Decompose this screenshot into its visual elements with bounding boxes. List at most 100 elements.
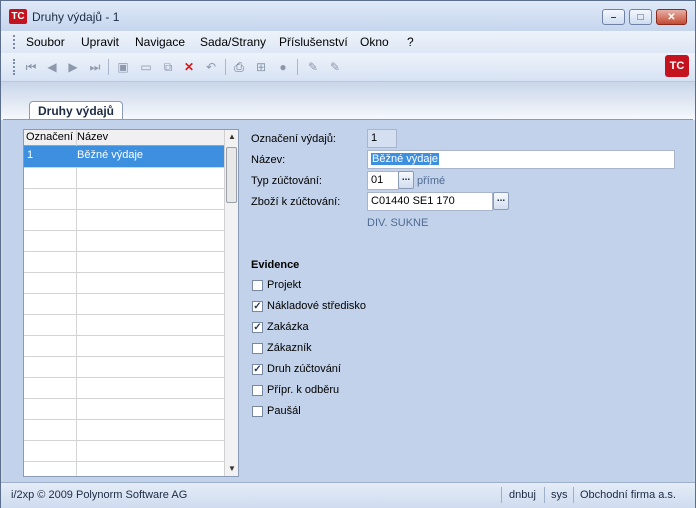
empty-row[interactable]: [24, 440, 224, 462]
close-icon: ✕: [667, 11, 676, 23]
menu-help[interactable]: ?: [407, 35, 414, 49]
scroll-up-icon[interactable]: ▲: [228, 132, 236, 141]
close-button[interactable]: ✕: [656, 9, 687, 25]
last-record-icon[interactable]: ⏭: [87, 59, 103, 75]
vertical-scrollbar[interactable]: ▲ ▼: [224, 130, 238, 476]
brand-logo-icon: TC: [665, 55, 689, 77]
empty-row[interactable]: [24, 209, 224, 231]
menu-navigace[interactable]: Navigace: [135, 35, 185, 49]
status-company: Obchodní firma a.s.: [580, 489, 676, 501]
empty-row[interactable]: [24, 188, 224, 210]
menu-upravit[interactable]: Upravit: [81, 35, 119, 49]
checkbox-projekt[interactable]: [252, 280, 263, 291]
code-field[interactable]: 1: [367, 129, 397, 148]
first-record-icon[interactable]: ⏮: [23, 59, 39, 75]
status-user: dnbuj: [509, 489, 536, 501]
goods-input[interactable]: C01440 SE1 170: [367, 192, 493, 211]
checkbox-nakladove-stredisko[interactable]: ✓: [252, 301, 263, 312]
print-icon[interactable]: ⎙: [231, 59, 247, 75]
menu-grip-icon: [13, 35, 17, 49]
menu-prislusenstvi[interactable]: Příslušenství: [279, 35, 348, 49]
checkbox-druh-zuctovani[interactable]: ✓: [252, 364, 263, 375]
toolbar: ⏮ ◀ ▶ ⏭ ▣ ▭ ⧉ ✕ ↶ ⎙ ⊞ ● ✎ ✎: [1, 53, 695, 82]
empty-row[interactable]: [24, 230, 224, 252]
code-label: Označení výdajů:: [251, 133, 336, 145]
toolbar-grip-icon: [13, 59, 17, 75]
minimize-icon: –: [610, 11, 617, 23]
accounting-type-label: Typ zúčtování:: [251, 175, 322, 187]
copy-icon[interactable]: ⧉: [160, 59, 176, 75]
grid-header: Označení Název: [24, 130, 224, 146]
name-label: Název:: [251, 154, 286, 166]
accounting-type-browse-button[interactable]: ...: [398, 171, 414, 189]
column-header-name[interactable]: Název: [77, 131, 108, 143]
toolbar-separator: [108, 59, 109, 75]
empty-row[interactable]: [24, 314, 224, 336]
record-list: Označení Název 1 Běžné výdaje ▲ ▼: [23, 129, 239, 477]
accounting-type-input[interactable]: 01: [367, 171, 399, 190]
empty-row[interactable]: [24, 398, 224, 420]
previous-record-icon[interactable]: ◀: [44, 59, 60, 75]
empty-row[interactable]: [24, 377, 224, 399]
checkbox-label: Zakázka: [267, 321, 309, 333]
status-separator: [573, 487, 574, 503]
save-icon[interactable]: ▣: [115, 59, 131, 75]
checkbox-pausal[interactable]: [252, 406, 263, 417]
accounting-type-hint: přímé: [417, 175, 446, 187]
tab-druhy-vydaju[interactable]: Druhy výdajů: [29, 101, 123, 121]
checkbox-pripr-k-odberu[interactable]: [252, 385, 263, 396]
undo-icon[interactable]: ↶: [203, 59, 219, 75]
tree-icon[interactable]: ⊞: [253, 59, 269, 75]
next-record-icon[interactable]: ▶: [65, 59, 81, 75]
name-selected-text: Běžné výdaje: [371, 153, 440, 165]
row-code: 1: [27, 149, 34, 161]
menu-bar: Soubor Upravit Navigace Sada/Strany Přís…: [1, 31, 695, 53]
checkbox-zakazka[interactable]: ✓: [252, 322, 263, 333]
edit-pen-icon[interactable]: ✎: [305, 59, 321, 75]
checkbox-label: Přípr. k odběru: [267, 384, 340, 396]
toolbar-separator: [225, 59, 226, 75]
status-separator: [544, 487, 545, 503]
toolbar-separator: [297, 59, 298, 75]
goods-hint: DIV. SUKNE: [367, 217, 429, 229]
title-bar: TC Druhy výdajů - 1 – □ ✕: [1, 1, 695, 31]
checkbox-label: Projekt: [267, 279, 302, 291]
empty-row[interactable]: [24, 356, 224, 378]
goods-label: Zboží k zúčtování:: [251, 196, 341, 208]
table-row[interactable]: 1 Běžné výdaje: [24, 146, 224, 168]
scroll-down-icon[interactable]: ▼: [228, 464, 236, 473]
empty-row[interactable]: [24, 335, 224, 357]
edit-pen-alt-icon[interactable]: ✎: [327, 59, 343, 75]
empty-row[interactable]: [24, 293, 224, 315]
empty-row[interactable]: [24, 419, 224, 441]
menu-soubor[interactable]: Soubor: [26, 35, 65, 49]
scroll-thumb[interactable]: [226, 147, 237, 203]
checkbox-zakaznik[interactable]: [252, 343, 263, 354]
empty-row[interactable]: [24, 461, 224, 476]
window-title: Druhy výdajů - 1: [32, 10, 120, 24]
minimize-button[interactable]: –: [602, 9, 625, 25]
empty-row[interactable]: [24, 251, 224, 273]
delete-icon[interactable]: ✕: [181, 59, 197, 75]
checkbox-label: Zákazník: [267, 342, 312, 354]
empty-row[interactable]: [24, 167, 224, 189]
status-separator: [501, 487, 502, 503]
checkbox-label: Druh zúčtování: [267, 363, 341, 375]
maximize-icon: □: [637, 11, 644, 23]
checkbox-label: Nákladové středisko: [267, 300, 367, 312]
maximize-button[interactable]: □: [629, 9, 652, 25]
application-window: TC Druhy výdajů - 1 – □ ✕ Soubor Upravit…: [0, 0, 696, 508]
goods-browse-button[interactable]: ...: [493, 192, 509, 210]
menu-sada-strany[interactable]: Sada/Strany: [200, 35, 266, 49]
new-document-icon[interactable]: ▭: [138, 59, 154, 75]
status-copyright: i/2xp © 2009 Polynorm Software AG: [11, 489, 188, 501]
evidence-heading: Evidence: [251, 259, 300, 271]
status-system: sys: [551, 489, 568, 501]
empty-row[interactable]: [24, 272, 224, 294]
column-header-code[interactable]: Označení: [26, 131, 73, 143]
disabled-tool-icon[interactable]: ●: [275, 59, 291, 75]
name-input[interactable]: Běžné výdaje: [367, 150, 675, 169]
checkbox-label: Paušál: [267, 405, 301, 417]
menu-okno[interactable]: Okno: [360, 35, 389, 49]
row-name: Běžné výdaje: [77, 149, 144, 161]
